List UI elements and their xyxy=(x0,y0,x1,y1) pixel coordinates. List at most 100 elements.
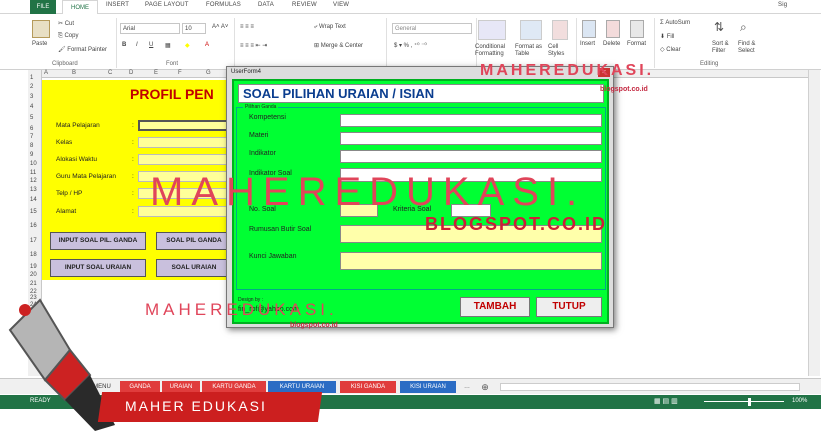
row-header[interactable]: 14 xyxy=(30,197,37,203)
tab-data[interactable]: DATA xyxy=(258,2,274,8)
row-header[interactable]: 12 xyxy=(30,178,37,184)
row-header[interactable]: 7 xyxy=(30,134,33,140)
row-header[interactable]: 20 xyxy=(30,272,37,278)
sort-filter-icon[interactable]: ⇅ xyxy=(714,20,724,34)
underline-button[interactable]: U xyxy=(149,42,153,48)
view-buttons-icon[interactable]: ▦ ▤ ▥ xyxy=(654,397,678,405)
insert-cells-button[interactable]: Insert xyxy=(580,41,595,47)
mata-pelajaran-cell[interactable] xyxy=(138,120,232,131)
tab-home[interactable]: HOME xyxy=(62,0,98,15)
autosum-button[interactable]: Σ AutoSum xyxy=(660,20,690,26)
font-color-icon[interactable]: A xyxy=(205,42,209,48)
indikator-input[interactable] xyxy=(340,150,602,163)
format-as-table-icon[interactable] xyxy=(520,20,542,40)
kelas-cell[interactable] xyxy=(138,137,232,148)
kunci-input[interactable] xyxy=(340,252,602,270)
tambah-button[interactable]: TAMBAH xyxy=(460,297,530,317)
tutup-button[interactable]: TUTUP xyxy=(536,297,602,317)
number-format-select[interactable]: General xyxy=(392,23,472,34)
format-cells-icon[interactable] xyxy=(630,20,644,38)
conditional-formatting-button[interactable]: Conditional Formatting xyxy=(475,44,515,58)
sort-filter-button[interactable]: Sort & Filter xyxy=(712,41,738,55)
zoom-slider[interactable] xyxy=(704,401,784,402)
bold-button[interactable]: B xyxy=(122,42,126,48)
wrap-text-button[interactable]: ⤶ Wrap Text xyxy=(314,24,346,31)
row-header[interactable]: 18 xyxy=(30,252,37,258)
zoom-thumb[interactable] xyxy=(748,398,751,406)
horizontal-scrollbar[interactable] xyxy=(500,383,800,391)
alokasi-waktu-cell[interactable] xyxy=(138,154,232,165)
row-header[interactable]: 21 xyxy=(30,281,37,287)
grow-font-icon[interactable]: A˄ A˅ xyxy=(212,24,228,30)
tab-page-layout[interactable]: PAGE LAYOUT xyxy=(145,2,189,8)
row-header[interactable]: 1 xyxy=(30,75,33,81)
column-header[interactable]: B xyxy=(72,70,76,76)
row-header[interactable]: 16 xyxy=(30,223,37,229)
find-select-button[interactable]: Find & Select xyxy=(738,41,764,55)
row-header[interactable]: 6 xyxy=(30,126,33,132)
copy-button[interactable]: ⎘ Copy xyxy=(58,33,78,40)
row-header[interactable]: 17 xyxy=(30,238,37,244)
paste-icon[interactable] xyxy=(32,20,50,38)
font-size-select[interactable]: 10 xyxy=(182,23,206,34)
separator xyxy=(234,18,235,68)
row-header[interactable]: 2 xyxy=(30,84,33,90)
format-as-table-button[interactable]: Format as Table xyxy=(515,44,549,58)
column-header[interactable]: E xyxy=(154,70,158,76)
tab-file[interactable]: FILE xyxy=(30,0,56,14)
sheet-tab-kisi-uraian[interactable]: KISI URAIAN xyxy=(400,381,456,393)
more-tabs-icon[interactable]: … xyxy=(460,381,474,393)
row-header[interactable]: 15 xyxy=(30,209,37,215)
find-select-icon[interactable]: ⌕ xyxy=(740,20,747,35)
sheet-tab-kisi-ganda[interactable]: KISI GANDA xyxy=(340,381,396,393)
delete-cells-icon[interactable] xyxy=(606,20,620,38)
row-header[interactable]: 8 xyxy=(30,143,33,149)
cell-styles-button[interactable]: Cell Styles xyxy=(548,44,572,58)
column-header[interactable]: D xyxy=(129,70,133,76)
row-header[interactable]: 13 xyxy=(30,187,37,193)
sign-in-link[interactable]: Sig xyxy=(778,2,787,8)
tab-review[interactable]: REVIEW xyxy=(292,2,317,8)
frame-label: Pilihan Ganda xyxy=(243,104,279,110)
new-sheet-icon[interactable]: ⊕ xyxy=(478,381,492,393)
column-header[interactable]: F xyxy=(178,70,182,76)
materi-input[interactable] xyxy=(340,132,602,145)
input-soal-pil-ganda-button[interactable]: INPUT SOAL PIL. GANDA xyxy=(50,232,146,250)
column-header[interactable]: A xyxy=(44,70,48,76)
soal-uraian-button[interactable]: SOAL URAIAN xyxy=(156,259,232,277)
format-painter-button[interactable]: 🖌 Format Painter xyxy=(58,46,107,53)
tab-view[interactable]: VIEW xyxy=(333,2,349,8)
kompetensi-input[interactable] xyxy=(340,114,602,127)
column-header[interactable]: G xyxy=(206,70,211,76)
column-header[interactable]: C xyxy=(108,70,112,76)
input-soal-uraian-button[interactable]: INPUT SOAL URAIAN xyxy=(50,259,146,277)
row-header[interactable]: 9 xyxy=(30,152,33,158)
align-left-icon[interactable]: ≡ ≡ ≡ ⇤ ⇥ xyxy=(240,42,267,49)
cell-styles-icon[interactable] xyxy=(552,20,568,40)
soal-pil-ganda-button[interactable]: SOAL PIL GANDA xyxy=(156,232,232,250)
font-name-select[interactable]: Arial xyxy=(120,23,180,34)
insert-cells-icon[interactable] xyxy=(582,20,596,38)
row-header[interactable]: 19 xyxy=(30,264,37,270)
tab-insert[interactable]: INSERT xyxy=(106,2,129,8)
row-header[interactable]: 3 xyxy=(30,94,33,100)
fill-button[interactable]: ⬇ Fill xyxy=(660,33,674,40)
vertical-scrollbar[interactable] xyxy=(808,70,820,376)
italic-button[interactable]: I xyxy=(136,42,138,48)
borders-icon[interactable]: ▦ xyxy=(165,42,171,49)
row-header[interactable]: 11 xyxy=(30,170,36,176)
paste-button[interactable]: Paste xyxy=(32,41,47,47)
clear-button[interactable]: ◇ Clear xyxy=(660,46,681,53)
fill-color-icon[interactable]: ◆ xyxy=(185,42,190,49)
merge-center-button[interactable]: ⊞ Merge & Center xyxy=(314,42,363,49)
currency-icon[interactable]: $ ▾ % , ⁺⁰ ⁻⁰ xyxy=(394,42,427,49)
row-header[interactable]: 10 xyxy=(30,161,37,167)
align-top-icon[interactable]: ≡ ≡ ≡ xyxy=(240,24,254,30)
conditional-formatting-icon[interactable] xyxy=(478,20,506,40)
tab-formulas[interactable]: FORMULAS xyxy=(206,2,241,8)
format-cells-button[interactable]: Format xyxy=(627,41,646,47)
cut-button[interactable]: ✂ Cut xyxy=(58,20,74,27)
row-header[interactable]: 4 xyxy=(30,104,33,110)
row-header[interactable]: 5 xyxy=(30,115,33,121)
delete-cells-button[interactable]: Delete xyxy=(603,41,620,47)
